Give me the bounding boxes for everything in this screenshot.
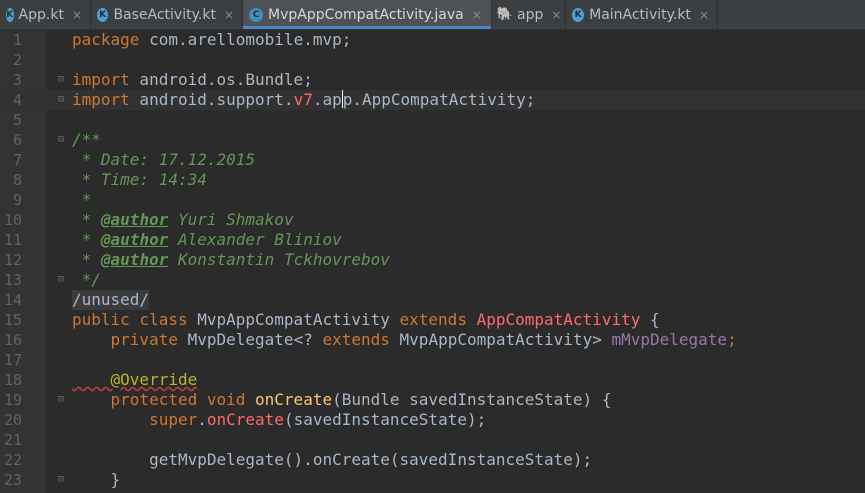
close-icon[interactable]: × (224, 8, 234, 22)
tab-mvpappcompatactivity-java[interactable]: C MvpAppCompatActivity.java × (243, 0, 492, 29)
tab-label: MainActivity.kt (589, 6, 691, 23)
line-number: 18 (3, 371, 22, 389)
gradle-elephant-icon: 🐘 (496, 7, 514, 22)
line-number: 1 (12, 31, 22, 49)
close-icon[interactable]: × (472, 8, 482, 22)
code-line[interactable]: 5 (0, 110, 865, 130)
kotlin-file-icon: K (97, 7, 109, 22)
line-number: 15 (3, 311, 22, 329)
line-number: 14 (3, 291, 22, 309)
code-line[interactable]: 16 private MvpDelegate<? extends MvpAppC… (0, 330, 865, 350)
code-line[interactable]: 20 super.onCreate(savedInstanceState); (0, 410, 865, 430)
tab-label: app (517, 6, 544, 23)
code-line[interactable]: 11 * @author Alexander Bliniov (0, 230, 865, 250)
line-number: 23 (3, 471, 22, 489)
line-number: 21 (3, 431, 22, 449)
tab-app-gradle[interactable]: 🐘 app × (492, 0, 566, 29)
code-line[interactable]: 12 * @author Konstantin Tckhovrebov (0, 250, 865, 270)
line-number: 7 (12, 151, 22, 169)
close-icon[interactable]: × (72, 8, 82, 22)
close-icon[interactable]: × (699, 8, 709, 22)
code-line[interactable]: 10 * @author Yuri Shmakov (0, 210, 865, 230)
code-line[interactable]: 6 ⊟ /** (0, 130, 865, 150)
line-number: 8 (12, 171, 22, 189)
line-number: 5 (12, 111, 22, 129)
code-line[interactable]: 23 ⊟ } (0, 470, 865, 490)
line-number: 11 (3, 231, 22, 249)
code-line[interactable]: 3 ⊟ import android.os.Bundle; (0, 70, 865, 90)
code-line[interactable]: 18 @Override (0, 370, 865, 390)
code-line[interactable]: 13 ⊟ */ (0, 270, 865, 290)
tab-app-kt[interactable]: K App.kt × (0, 0, 91, 29)
line-number: 9 (12, 191, 22, 209)
kotlin-file-icon: K (572, 7, 585, 22)
line-number: 2 (12, 51, 22, 69)
fold-marker-icon[interactable]: ⊟ (58, 274, 67, 285)
code-line[interactable]: 22 getMvpDelegate().onCreate(savedInstan… (0, 450, 865, 470)
code-line[interactable]: 15 public class MvpAppCompatActivity ext… (0, 310, 865, 330)
tab-mainactivity-kt[interactable]: K MainActivity.kt × (566, 0, 718, 29)
close-icon[interactable]: × (551, 8, 561, 22)
code-line[interactable]: 1 package com.arellomobile.mvp; (0, 30, 865, 50)
tab-label: MvpAppCompatActivity.java (268, 6, 464, 23)
line-number: 6 (12, 131, 22, 149)
code-line[interactable]: 14 /unused/ (0, 290, 865, 310)
code-line[interactable]: 2 (0, 50, 865, 70)
code-editor[interactable]: 1 package com.arellomobile.mvp; 2 3 ⊟ im… (0, 30, 865, 493)
line-number: 12 (3, 251, 22, 269)
fold-marker-icon[interactable]: ⊟ (58, 394, 67, 405)
line-number: 10 (3, 211, 22, 229)
fold-marker-icon[interactable]: ⊟ (58, 134, 67, 145)
tab-label: BaseActivity.kt (113, 6, 216, 23)
line-number: 20 (3, 411, 22, 429)
kotlin-file-icon: K (6, 7, 14, 22)
tab-label: App.kt (18, 6, 64, 23)
tab-baseactivity-kt[interactable]: K BaseActivity.kt × (91, 0, 243, 29)
code-line[interactable]: 8 * Time: 14:34 (0, 170, 865, 190)
line-number: 19 (3, 391, 22, 409)
code-line-current[interactable]: 4 ⊟ import android.support.v7.app.AppCom… (0, 90, 865, 110)
fold-marker-icon[interactable]: ⊟ (58, 74, 67, 85)
line-number: 17 (3, 351, 22, 369)
line-number: 4 (12, 91, 22, 109)
line-number: 22 (3, 451, 22, 469)
code-line[interactable]: 21 (0, 430, 865, 450)
code-line[interactable]: 7 * Date: 17.12.2015 (0, 150, 865, 170)
line-number: 13 (3, 271, 22, 289)
line-number: 3 (12, 71, 22, 89)
line-number: 16 (3, 331, 22, 349)
code-line[interactable]: 19 ⊟ protected void onCreate(Bundle save… (0, 390, 865, 410)
fold-marker-icon[interactable]: ⊟ (58, 94, 67, 105)
fold-marker-icon[interactable]: ⊟ (58, 474, 67, 485)
code-line[interactable]: 17 (0, 350, 865, 370)
java-class-icon: C (249, 7, 263, 22)
code-line[interactable]: 9 * (0, 190, 865, 210)
editor-tab-bar: K App.kt × K BaseActivity.kt × C MvpAppC… (0, 0, 865, 30)
